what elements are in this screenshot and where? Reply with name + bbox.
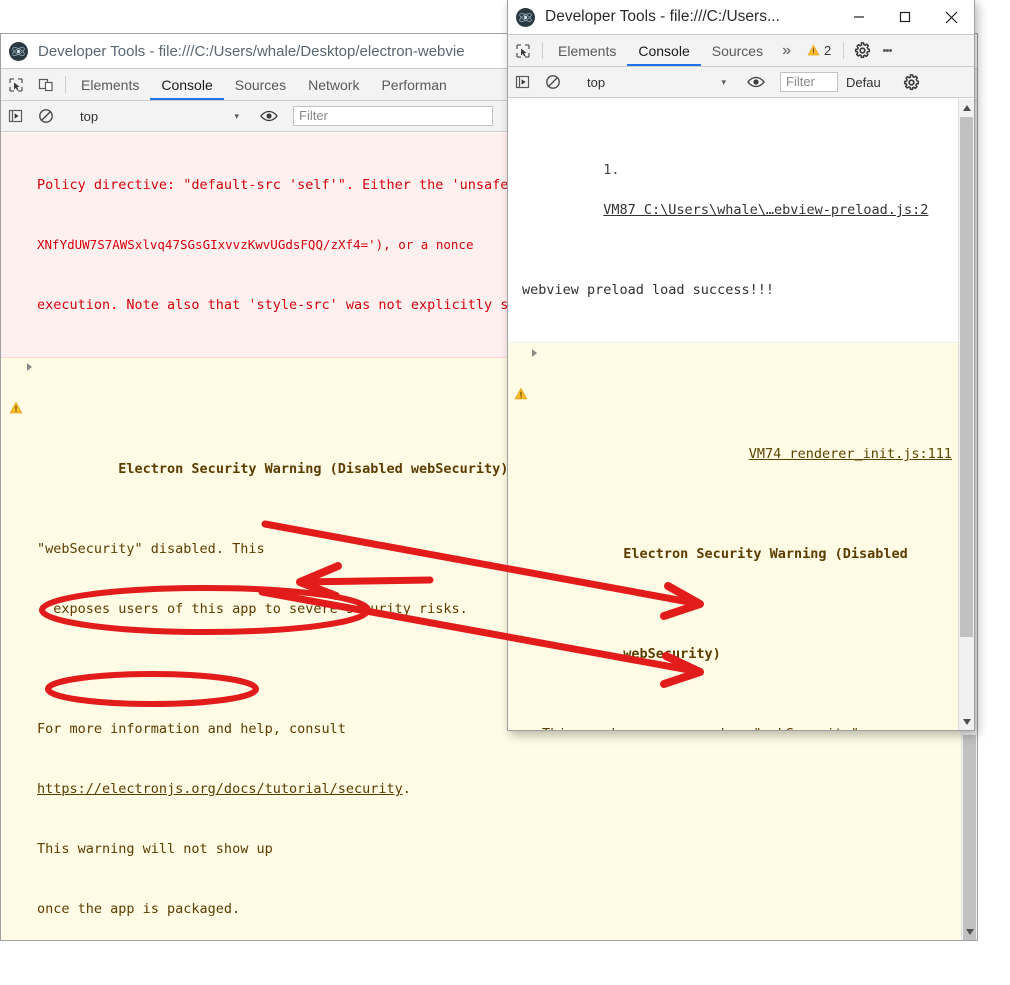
chevron-down-icon: ▾ bbox=[721, 76, 726, 87]
scrollbar-thumb[interactable] bbox=[963, 735, 976, 940]
warning-triangle-icon bbox=[807, 44, 820, 57]
tab-elements[interactable]: Elements bbox=[70, 69, 150, 100]
tab-elements[interactable]: Elements bbox=[547, 35, 627, 66]
tab-network[interactable]: Network bbox=[297, 69, 370, 100]
console-message-source-row: 1. VM87 C:\Users\whale\…ebview-preload.j… bbox=[508, 140, 958, 240]
filter-input[interactable]: Filter bbox=[780, 72, 838, 92]
warning-count-badge[interactable]: 2 bbox=[799, 35, 839, 66]
chevron-down-icon: ▾ bbox=[234, 110, 239, 121]
inspect-element-icon[interactable] bbox=[508, 35, 538, 66]
warning-title: Electron Security Warning (Disabled bbox=[508, 524, 958, 584]
scroll-down-arrow[interactable] bbox=[959, 713, 974, 730]
console-message-text: once the app is packaged. bbox=[37, 901, 241, 917]
expand-triangle-icon[interactable] bbox=[27, 363, 32, 371]
console-message-text: This renderer process has "webSecurity" bbox=[508, 724, 958, 730]
scroll-down-arrow[interactable] bbox=[962, 923, 977, 940]
toolbar-divider-2 bbox=[843, 42, 845, 59]
source-link[interactable]: VM74 renderer_init.js:111 bbox=[749, 446, 952, 462]
context-selector-value: top bbox=[80, 108, 99, 124]
console-message-text: webview preload load success!!! bbox=[522, 282, 774, 298]
context-selector[interactable]: top ▾ bbox=[70, 109, 245, 124]
message-index: 1. bbox=[603, 162, 620, 178]
warning-triangle-icon bbox=[9, 361, 23, 414]
foreground-window-titlebar[interactable]: Developer Tools - file:///C:/Users... bbox=[508, 0, 974, 34]
warning-count: 2 bbox=[824, 43, 832, 58]
toolbar-divider bbox=[542, 42, 543, 59]
tab-console[interactable]: Console bbox=[150, 69, 225, 100]
console-message-link-line: https://electronjs.org/docs/tutorial/sec… bbox=[37, 781, 411, 797]
context-selector[interactable]: top ▾ bbox=[577, 75, 732, 90]
warning-title: webSecurity) bbox=[508, 624, 958, 684]
device-toolbar-icon[interactable] bbox=[31, 69, 61, 100]
foreground-devtools-window[interactable]: Developer Tools - file:///C:/Users... El… bbox=[507, 0, 975, 731]
warning-title-line-2: webSecurity) bbox=[623, 646, 721, 662]
tab-performance[interactable]: Performan bbox=[370, 69, 457, 100]
execute-snippet-icon[interactable] bbox=[508, 74, 538, 90]
console-message-log[interactable]: 1. VM87 C:\Users\whale\…ebview-preload.j… bbox=[508, 99, 958, 343]
foreground-console-scrollbar[interactable] bbox=[958, 99, 974, 730]
tab-console[interactable]: Console bbox=[627, 35, 702, 66]
warning-triangle-icon bbox=[514, 347, 528, 400]
filter-input[interactable]: Filter bbox=[293, 106, 493, 126]
source-link[interactable]: VM87 C:\Users\whale\…ebview-preload.js:2 bbox=[603, 202, 928, 218]
scroll-up-arrow[interactable] bbox=[959, 99, 974, 116]
console-message-source-row: VM74 renderer_init.js:111 bbox=[508, 424, 958, 484]
execute-snippet-icon[interactable] bbox=[1, 108, 31, 124]
settings-gear-icon[interactable] bbox=[848, 35, 876, 66]
tab-sources[interactable]: Sources bbox=[224, 69, 297, 100]
window-controls[interactable] bbox=[836, 0, 974, 34]
foreground-toolbar[interactable]: Elements Console Sources » 2 bbox=[508, 34, 974, 67]
console-settings-gear-icon[interactable] bbox=[898, 73, 926, 91]
foreground-console-body[interactable]: 1. VM87 C:\Users\whale\…ebview-preload.j… bbox=[508, 99, 958, 730]
screenshot-root: Developer Tools - file:///C:/Users/whale… bbox=[0, 0, 1010, 985]
close-button[interactable] bbox=[928, 0, 974, 34]
console-message-text: This warning will not show up bbox=[37, 841, 273, 857]
minimize-button[interactable] bbox=[836, 0, 882, 34]
context-selector-value: top bbox=[587, 74, 606, 90]
more-options-icon[interactable] bbox=[876, 35, 898, 66]
maximize-button[interactable] bbox=[882, 0, 928, 34]
clear-console-icon[interactable] bbox=[538, 74, 568, 90]
electron-app-icon bbox=[9, 41, 28, 61]
background-window-title: Developer Tools - file:///C:/Users/whale… bbox=[38, 42, 465, 60]
security-docs-link[interactable]: https://electronjs.org/docs/tutorial/sec… bbox=[37, 781, 403, 797]
scrollbar-thumb[interactable] bbox=[960, 117, 973, 637]
console-message-warning[interactable]: VM74 renderer_init.js:111 Electron Secur… bbox=[508, 343, 958, 730]
clear-console-icon[interactable] bbox=[31, 108, 61, 124]
toolbar-divider bbox=[65, 76, 66, 93]
warning-title: Electron Security Warning (Disabled webS… bbox=[118, 461, 509, 477]
live-expression-icon[interactable] bbox=[254, 109, 284, 123]
log-levels-selector[interactable]: Defau bbox=[838, 75, 889, 90]
live-expression-icon[interactable] bbox=[741, 75, 771, 89]
inspect-element-icon[interactable] bbox=[1, 69, 31, 100]
foreground-window-title: Developer Tools - file:///C:/Users... bbox=[545, 8, 780, 25]
tab-sources[interactable]: Sources bbox=[701, 35, 774, 66]
foreground-filterbar[interactable]: top ▾ Filter Defau bbox=[508, 67, 974, 98]
warning-title-line-1: Electron Security Warning (Disabled bbox=[623, 546, 908, 562]
more-tabs-icon[interactable]: » bbox=[774, 35, 799, 66]
expand-triangle-icon[interactable] bbox=[532, 349, 537, 357]
electron-app-icon bbox=[516, 7, 535, 27]
